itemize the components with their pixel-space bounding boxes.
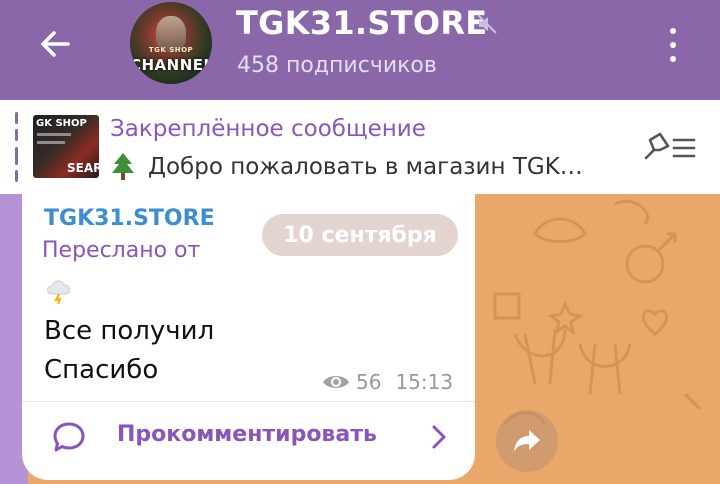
message-channel-name[interactable]: TGK31.STORE <box>44 206 215 231</box>
comment-bubble-icon <box>53 422 85 452</box>
chat-area: TGK31.STORE 10 сентября Переслано от Все… <box>0 194 720 484</box>
christmas-tree-icon <box>112 153 134 180</box>
thumb-caption-bottom: SEAR <box>67 161 99 175</box>
share-arrow-icon <box>514 430 540 452</box>
message-meta: 56 15:13 <box>322 370 453 394</box>
pinned-title: Закреплённое сообщение <box>110 116 426 142</box>
subscriber-count: 458 подписчиков <box>237 53 437 78</box>
pinned-message-bar[interactable]: GK SHOP SEAR Закреплённое сообщение Добр… <box>0 100 720 194</box>
menu-button[interactable] <box>658 24 688 66</box>
channel-avatar[interactable]: TGK SHOP CHANNEL <box>130 2 212 84</box>
message-line: Спасибо <box>44 355 159 385</box>
arrow-left-icon <box>41 31 70 57</box>
share-button[interactable] <box>496 410 558 472</box>
eye-icon <box>323 376 349 388</box>
channel-title[interactable]: TGK31.STORE <box>236 4 487 42</box>
vertical-dots-icon <box>670 28 676 34</box>
message-line: Все получил <box>44 316 215 346</box>
pinned-indicator <box>15 112 19 182</box>
chat-header: TGK SHOP CHANNEL TGK31.STORE 458 подписч… <box>0 0 720 100</box>
comment-label: Прокомментировать <box>117 422 377 447</box>
pinned-preview: Добро пожаловать в магазин TGK… <box>110 152 583 182</box>
message-bubble[interactable]: TGK31.STORE 10 сентября Переслано от Все… <box>22 194 475 480</box>
date-separator: 10 сентября <box>262 214 458 256</box>
view-count: 56 <box>356 370 382 394</box>
thumb-caption-top: GK SHOP <box>36 118 87 129</box>
pinned-thumbnail: GK SHOP SEAR <box>33 115 99 178</box>
comment-button[interactable]: Прокомментировать <box>22 406 475 466</box>
date-label: 10 сентября <box>283 222 437 248</box>
cloud-lightning-icon <box>47 280 71 304</box>
message-time: 15:13 <box>395 370 454 394</box>
avatar-caption-main: CHANNEL <box>130 56 212 74</box>
pinned-list-icon[interactable] <box>640 130 698 166</box>
avatar-caption-top: TGK SHOP <box>148 46 194 54</box>
message-text: Все получил Спасибо <box>44 312 214 390</box>
forwarded-label[interactable]: Переслано от <box>42 238 200 263</box>
back-button[interactable] <box>30 22 80 66</box>
comment-divider <box>22 401 475 402</box>
chevron-right-icon <box>432 425 446 449</box>
muted-speaker-icon <box>477 14 497 34</box>
pinned-text: Добро пожаловать в магазин TGK… <box>148 154 583 180</box>
